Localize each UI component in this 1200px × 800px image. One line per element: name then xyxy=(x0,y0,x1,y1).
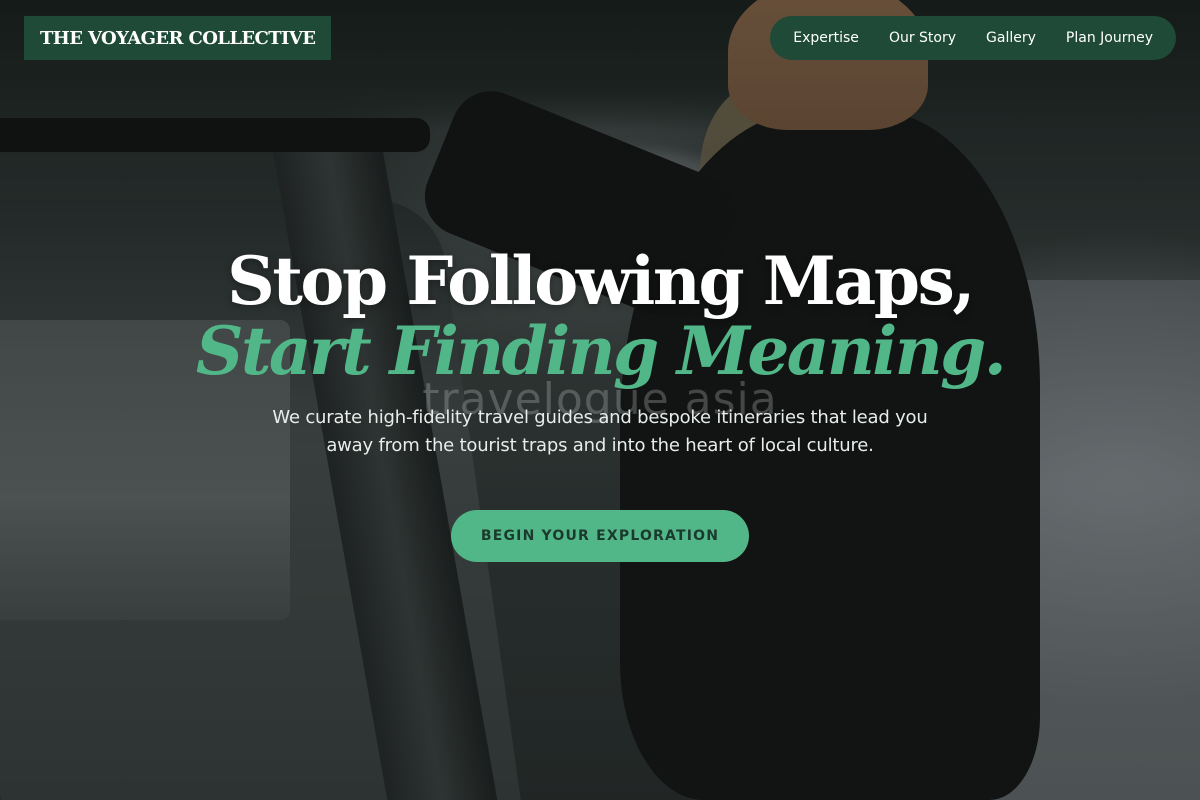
brand-logo[interactable]: THE VOYAGER COLLECTIVE xyxy=(24,16,332,60)
hero-subtext: We curate high-fidelity travel guides an… xyxy=(272,407,928,456)
hero-headline-line2: Start Finding Meaning. xyxy=(195,312,1007,390)
begin-exploration-button[interactable]: BEGIN YOUR EXPLORATION xyxy=(451,510,749,562)
nav-link-expertise[interactable]: Expertise xyxy=(778,30,874,46)
nav-link-gallery[interactable]: Gallery xyxy=(971,30,1051,46)
main-nav: Expertise Our Story Gallery Plan Journey xyxy=(770,16,1176,60)
brand-name: THE VOYAGER COLLECTIVE xyxy=(40,27,316,49)
nav-link-plan-journey[interactable]: Plan Journey xyxy=(1051,30,1168,46)
hero-section: Stop Following Maps, Start Finding Meani… xyxy=(0,238,1200,562)
nav-link-our-story[interactable]: Our Story xyxy=(874,30,971,46)
